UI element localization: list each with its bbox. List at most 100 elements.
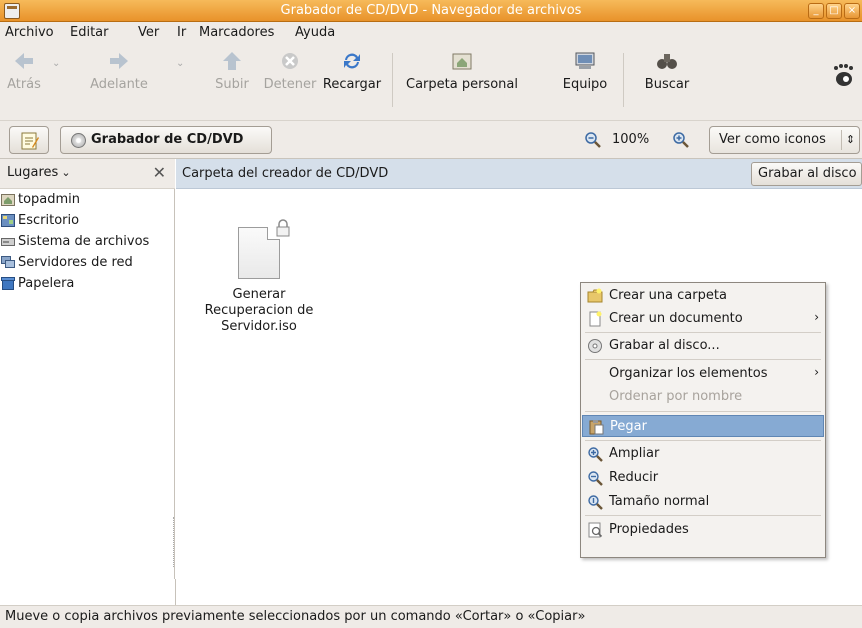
menu-separator <box>585 332 821 333</box>
zoom-in-icon[interactable] <box>672 131 690 149</box>
reload-button[interactable]: Recargar <box>318 47 386 117</box>
menu-item-tamano-normal[interactable]: Tamaño normal <box>582 491 824 513</box>
sidebar-item-label: Servidores de red <box>18 255 133 270</box>
stop-button[interactable]: Detener <box>260 47 320 117</box>
menu-archivo[interactable]: Archivo <box>5 25 54 40</box>
reload-icon <box>344 53 360 69</box>
breadcrumb-cd-dvd[interactable]: Grabador de CD/DVD <box>60 126 272 154</box>
file-name-line: Servidor.iso <box>221 319 297 334</box>
menu-item-label: Grabar al disco... <box>609 338 720 353</box>
menu-item-grabar-disco[interactable]: Grabar al disco... <box>582 335 824 357</box>
menu-ayuda[interactable]: Ayuda <box>295 25 335 40</box>
file-item[interactable]: Generar Recuperacion de Servidor.iso <box>196 219 322 335</box>
forward-button[interactable]: Adelante <box>78 47 160 117</box>
back-label: Atrás <box>7 77 41 92</box>
menu-separator <box>585 359 821 360</box>
menu-ir[interactable]: Ir <box>177 25 186 40</box>
stop-label: Detener <box>263 77 317 92</box>
sidebar-item-papelera[interactable]: Papelera <box>0 275 175 295</box>
menu-marcadores[interactable]: Marcadores <box>199 25 274 40</box>
zoom-in-icon <box>588 447 603 462</box>
sidebar-item-topadmin[interactable]: topadmin <box>0 191 175 211</box>
zoom-out-icon <box>588 471 603 486</box>
menu-item-crear-documento[interactable]: Crear un documento › <box>582 308 824 330</box>
location-bar: Grabador de CD/DVD 100% Ver como iconos … <box>0 121 862 159</box>
file-view-bottom <box>0 579 862 605</box>
menu-ver[interactable]: Ver <box>138 25 159 40</box>
title-bar: Grabador de CD/DVD - Navegador de archiv… <box>0 0 862 22</box>
desktop-icon <box>1 214 15 227</box>
toolbar: Atrás ⌄ Adelante ⌄ Subir Detener Recarga… <box>0 43 862 121</box>
sidebar-item-sistema-de-archivos[interactable]: Sistema de archivos <box>0 233 175 253</box>
up-button[interactable]: Subir <box>210 47 254 117</box>
close-button[interactable]: × <box>844 3 860 19</box>
menu-bar: Archivo Editar Ver Ir Marcadores Ayuda <box>0 22 862 43</box>
minimize-button[interactable]: _ <box>808 3 824 19</box>
sidebar-item-label: Papelera <box>18 276 75 291</box>
sidebar-item-label: Sistema de archivos <box>18 234 150 249</box>
home-folder-icon <box>1 194 15 206</box>
submenu-arrow-icon: › <box>814 310 819 324</box>
lock-icon <box>276 219 290 237</box>
up-label: Subir <box>215 77 249 92</box>
home-label: Carpeta personal <box>406 77 518 92</box>
menu-item-crear-carpeta[interactable]: Crear una carpeta <box>582 285 824 307</box>
close-sidebar-icon[interactable]: ✕ <box>153 163 166 182</box>
computer-button[interactable]: Equipo <box>554 47 616 117</box>
sidebar-item-label: Escritorio <box>18 213 80 228</box>
reload-label: Recargar <box>322 77 382 92</box>
status-bar: Mueve o copia archivos previamente selec… <box>0 605 862 628</box>
sidebar-header: Lugares ⌄ ✕ <box>0 159 175 189</box>
context-menu: Crear una carpeta Crear un documento › G… <box>580 282 826 558</box>
new-folder-icon <box>587 288 603 303</box>
new-document-icon <box>589 311 602 327</box>
properties-icon <box>588 522 603 538</box>
menu-item-label: Propiedades <box>609 522 689 537</box>
sidebar-resize-handle[interactable] <box>173 517 175 567</box>
drive-icon <box>1 238 15 246</box>
network-icon <box>1 256 15 268</box>
sidebar-places-dropdown[interactable]: Lugares ⌄ <box>7 165 71 180</box>
burn-disc-button[interactable]: Grabar al disco <box>751 162 862 186</box>
pane-divider <box>175 579 176 605</box>
menu-item-propiedades[interactable]: Propiedades <box>582 519 824 541</box>
zoom-out-icon[interactable] <box>584 131 602 149</box>
maximize-button[interactable]: □ <box>826 3 842 19</box>
paste-icon <box>589 420 604 435</box>
search-button[interactable]: Buscar <box>632 47 702 117</box>
toggle-location-entry-button[interactable] <box>9 126 49 154</box>
menu-editar[interactable]: Editar <box>70 25 109 40</box>
menu-item-label: Ampliar <box>609 446 660 461</box>
search-label: Buscar <box>644 77 690 92</box>
window-title: Grabador de CD/DVD - Navegador de archiv… <box>280 3 582 18</box>
menu-item-label: Pegar <box>610 419 647 434</box>
back-history-icon[interactable]: ⌄ <box>52 58 60 69</box>
view-mode-select[interactable]: Ver como iconos ⇕ <box>709 126 860 154</box>
disc-icon <box>588 339 602 353</box>
file-name-line: Generar <box>232 287 286 302</box>
menu-item-label: Crear un documento <box>609 311 743 326</box>
binoculars-icon <box>657 54 677 69</box>
stop-icon <box>282 53 298 69</box>
sidebar-item-label: topadmin <box>18 192 81 207</box>
menu-item-ordenar-por-nombre[interactable]: Ordenar por nombre <box>582 386 824 408</box>
menu-item-pegar[interactable]: Pegar <box>582 415 824 437</box>
menu-separator <box>585 440 821 441</box>
menu-item-label: Ordenar por nombre <box>609 389 743 404</box>
forward-label: Adelante <box>90 77 148 92</box>
menu-item-ampliar[interactable]: Ampliar <box>582 443 824 465</box>
gnome-foot-icon <box>834 64 853 86</box>
sidebar-item-escritorio[interactable]: Escritorio <box>0 212 175 232</box>
back-arrow-icon <box>15 53 33 69</box>
disc-icon <box>71 133 86 148</box>
select-arrows-icon: ⇕ <box>841 130 859 150</box>
sidebar-item-servidores-de-red[interactable]: Servidores de red <box>0 254 175 274</box>
computer-label: Equipo <box>562 77 608 92</box>
home-button[interactable]: Carpeta personal <box>400 47 524 117</box>
menu-item-label: Crear una carpeta <box>609 288 727 303</box>
menu-item-reducir[interactable]: Reducir <box>582 467 824 489</box>
home-folder-icon <box>452 53 472 70</box>
menu-item-organizar[interactable]: Organizar los elementos › <box>582 363 824 385</box>
forward-history-icon[interactable]: ⌄ <box>176 58 184 69</box>
back-button[interactable]: Atrás <box>4 47 44 117</box>
